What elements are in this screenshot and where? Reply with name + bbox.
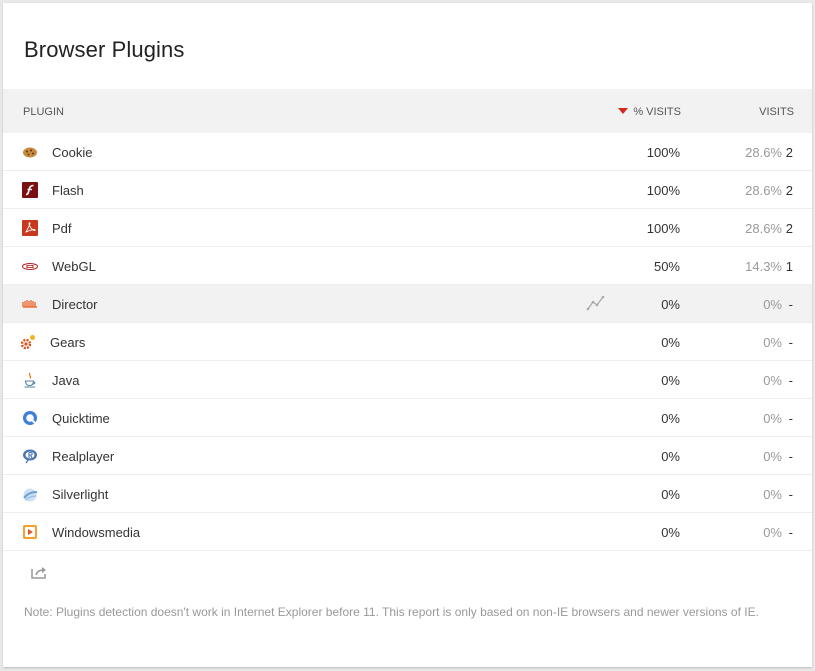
plugin-name: WebGL — [52, 259, 96, 274]
visits-count: - — [788, 411, 793, 426]
table-row[interactable]: Gears 0% 0% - — [3, 323, 812, 361]
table-row[interactable]: Flash 100% 28.6% 2 — [3, 171, 812, 209]
visits-count: 1 — [785, 259, 793, 274]
realplayer-icon — [23, 449, 37, 464]
pct-visits: 100% — [646, 221, 680, 236]
browser-plugins-widget: Browser Plugins PLUGIN % VISITS VISITS C… — [3, 3, 812, 667]
plugin-name: Silverlight — [52, 487, 109, 502]
plugin-name: Flash — [52, 183, 84, 198]
table-header: PLUGIN % VISITS VISITS — [3, 89, 812, 133]
pct-visits: 0% — [661, 297, 680, 312]
visits-ratio: 0% — [763, 297, 782, 312]
column-header-plugin[interactable]: PLUGIN — [23, 106, 64, 118]
visits-count: - — [788, 449, 793, 464]
visits-ratio: 0% — [763, 411, 782, 426]
pct-visits: 0% — [661, 335, 680, 350]
visits-ratio: 0% — [763, 487, 782, 502]
table-row[interactable]: Quicktime 0% 0% - — [3, 399, 812, 437]
quicktime-icon — [23, 411, 37, 425]
pct-visits: 0% — [661, 525, 680, 540]
visits-ratio: 0% — [763, 373, 782, 388]
plugin-name: Windowsmedia — [52, 525, 141, 540]
silverlight-icon — [23, 488, 38, 502]
visits-ratio: 28.6% — [745, 183, 782, 198]
visits-ratio: 28.6% — [745, 221, 782, 236]
column-header-pct-visits-label: % VISITS — [633, 106, 681, 118]
visits-ratio: 14.3% — [745, 259, 782, 274]
gears-icon — [20, 335, 35, 350]
table-row[interactable]: WebGL 50% 14.3% 1 — [3, 247, 812, 285]
export-icon[interactable] — [31, 565, 49, 579]
plugin-name: Pdf — [52, 221, 72, 236]
visits-count: - — [788, 373, 793, 388]
footnote: Note: Plugins detection doesn't work in … — [24, 605, 759, 619]
visits-count: - — [788, 487, 793, 502]
plugin-name: Director — [52, 297, 98, 312]
visits-count: - — [788, 335, 793, 350]
table-body: Cookie 100% 28.6% 2 Flash 100% 28.6% 2 P… — [3, 133, 812, 551]
table-row[interactable]: Silverlight 0% 0% - — [3, 475, 812, 513]
widget-title: Browser Plugins — [24, 37, 185, 62]
cookie-icon — [23, 147, 37, 158]
flash-icon — [22, 182, 38, 198]
windowsmedia-icon — [23, 525, 37, 539]
column-header-visits[interactable]: VISITS — [759, 106, 794, 118]
table-row[interactable]: Windowsmedia 0% 0% - — [3, 513, 812, 551]
pct-visits: 0% — [661, 411, 680, 426]
column-header-pct-visits[interactable]: % VISITS — [618, 106, 681, 118]
table-row[interactable]: Cookie 100% 28.6% 2 — [3, 133, 812, 171]
plugin-name: Realplayer — [52, 449, 115, 464]
visits-count: - — [788, 297, 793, 312]
visits-ratio: 28.6% — [745, 145, 782, 160]
pct-visits: 100% — [646, 145, 680, 160]
plugin-name: Cookie — [52, 145, 93, 160]
table-row[interactable]: Java 0% 0% - — [3, 361, 812, 399]
plugin-name: Quicktime — [52, 411, 110, 426]
pct-visits: 100% — [646, 183, 680, 198]
pct-visits: 50% — [653, 259, 680, 274]
visits-count: - — [788, 525, 793, 540]
java-icon — [24, 372, 36, 388]
visits-ratio: 0% — [763, 335, 782, 350]
director-icon — [22, 300, 37, 308]
visits-ratio: 0% — [763, 449, 782, 464]
pdf-icon — [22, 220, 38, 236]
table-row[interactable]: Director 0% 0% - — [3, 285, 812, 323]
pct-visits: 0% — [661, 487, 680, 502]
visits-ratio: 0% — [763, 525, 782, 540]
visits-count: 2 — [785, 221, 793, 236]
pct-visits: 0% — [661, 373, 680, 388]
pct-visits: 0% — [661, 449, 680, 464]
row-evolution-icon[interactable] — [586, 295, 606, 311]
plugin-name: Gears — [50, 335, 86, 350]
visits-count: 2 — [785, 183, 793, 198]
table-row[interactable]: Pdf 100% 28.6% 2 — [3, 209, 812, 247]
webgl-icon — [22, 263, 38, 270]
visits-count: 2 — [785, 145, 793, 160]
plugin-name: Java — [52, 373, 80, 388]
sort-descending-icon — [618, 108, 629, 114]
table-row[interactable]: Realplayer 0% 0% - — [3, 437, 812, 475]
